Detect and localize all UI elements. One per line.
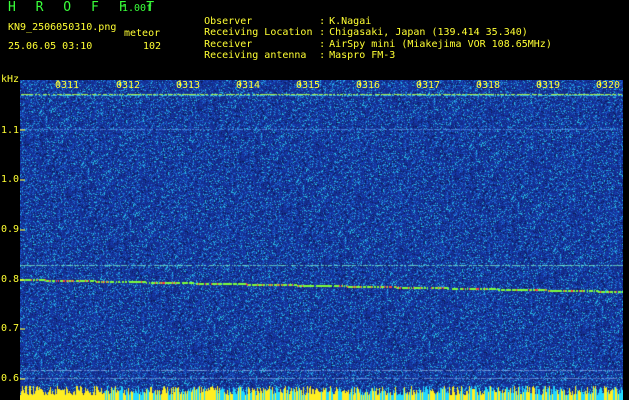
meteor-count: 102: [143, 41, 162, 52]
y-tick-label: 0.8: [0, 274, 19, 285]
x-tick-label: 0315: [296, 80, 321, 91]
x-tick-label: 0318: [476, 80, 501, 91]
y-tick-label: 1.0: [0, 174, 19, 185]
y-tick-label: 0.6: [0, 373, 19, 384]
x-tick-label: 0314: [236, 80, 261, 91]
timestamp-label: 25.06.05 03:10: [8, 41, 93, 52]
y-tick-label: 0.9: [0, 224, 19, 235]
x-tick-label: 0311: [55, 80, 80, 91]
info-row-antenna: Receiving antenna: Maspro FM-3: [204, 50, 396, 61]
y-axis-unit: kHz: [1, 74, 20, 85]
x-tick-label: 0312: [116, 80, 141, 91]
meteor-label: meteor: [124, 28, 161, 39]
x-tick-label: 0317: [416, 80, 441, 91]
x-tick-label: 0320: [596, 80, 621, 91]
info-key: Receiving antenna: [204, 50, 307, 61]
x-tick-label: 0316: [356, 80, 381, 91]
tick-marks: [20, 80, 601, 380]
version-label: 1.00f: [122, 3, 153, 14]
filename-label: KN9_2506050310.png: [8, 22, 117, 33]
y-tick-label: 1.1: [0, 125, 19, 136]
x-tick-label: 0319: [536, 80, 561, 91]
x-tick-label: 0313: [176, 80, 201, 91]
axis-overlay: [20, 80, 601, 380]
info-value: Maspro FM-3: [329, 50, 396, 61]
y-tick-label: 0.7: [0, 323, 19, 334]
